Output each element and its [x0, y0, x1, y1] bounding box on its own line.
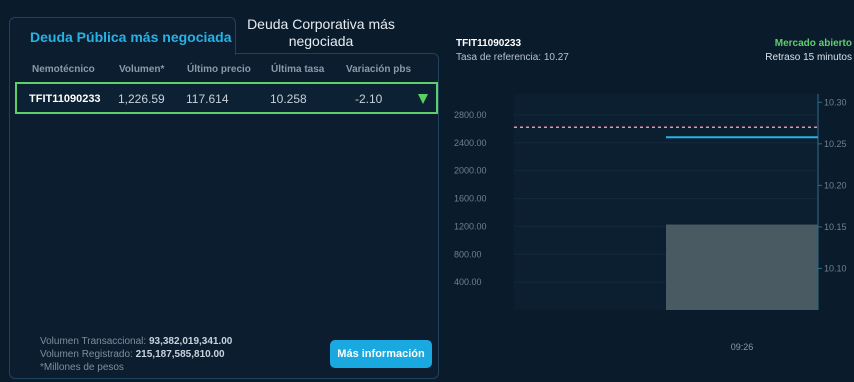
table-row[interactable]: TFIT11090233 1,226.59 117.614 10.258 -2.… [15, 82, 438, 114]
more-info-button[interactable]: Más información [330, 340, 432, 368]
left-axis-tick-label: 2000.00 [454, 166, 487, 176]
volume-bar [666, 224, 818, 310]
volume-registered: Volumen Registrado: 215,187,585,810.00 [40, 349, 225, 360]
millions-note: *Millones de pesos [40, 362, 124, 373]
chart-title: TFIT11090233 [456, 38, 522, 49]
volume-transactional: Volumen Transaccional: 93,382,019,341.00 [40, 336, 233, 347]
right-axis-tick-label: 10.20 [824, 180, 847, 190]
down-triangle-icon [418, 94, 428, 104]
right-axis-tick-label: 10.25 [824, 139, 847, 149]
left-axis-tick-label: 1600.00 [454, 194, 487, 204]
tab-corporate-debt-label-2: negociada [288, 33, 354, 49]
table-header: Nemotécnico Volumen* Último precio Últim… [18, 64, 438, 78]
tab-corporate-debt-label-1: Deuda Corporativa más [247, 16, 395, 32]
x-axis-tick-label: 09:26 [731, 342, 754, 352]
left-axis-tick-label: 400.00 [454, 277, 482, 287]
row-volume: 1,226.59 [118, 92, 165, 106]
row-last-price: 117.614 [186, 92, 229, 106]
right-axis-tick-label: 10.30 [824, 97, 847, 107]
col-volume[interactable]: Volumen* [119, 64, 164, 75]
volume-summary: Volumen Transaccional: 93,382,019,341.00… [40, 335, 232, 374]
delay-notice: Retraso 15 minutos [765, 52, 852, 63]
row-last-rate: 10.258 [270, 92, 307, 106]
left-axis-tick-label: 2800.00 [454, 110, 487, 120]
left-axis-tick-label: 800.00 [454, 249, 482, 259]
right-axis-tick-label: 10.10 [824, 263, 847, 273]
price-volume-chart[interactable]: 2800.00 2400.00 2000.00 1600.00 1200.00 800.0… [450, 88, 854, 358]
tab-public-debt[interactable]: Deuda Pública más negociada [9, 17, 236, 55]
left-axis-tick-label: 2400.00 [454, 138, 487, 148]
right-axis-tick-label: 10.15 [824, 222, 847, 232]
col-ticker[interactable]: Nemotécnico [32, 64, 95, 75]
col-variation[interactable]: Variación pbs [346, 64, 411, 75]
col-last-price[interactable]: Último precio [187, 64, 251, 75]
row-variation: -2.10 [355, 92, 383, 106]
row-ticker: TFIT11090233 [29, 93, 101, 105]
left-axis-tick-label: 1200.00 [454, 221, 487, 231]
market-status: Mercado abierto [774, 38, 852, 49]
tab-corporate-debt[interactable]: Deuda Corporativa más negociada [236, 16, 406, 52]
tab-public-debt-label: Deuda Pública más negociada [30, 28, 232, 45]
reference-rate: Tasa de referencia: 10.27 [456, 52, 569, 63]
col-last-rate[interactable]: Última tasa [271, 64, 324, 75]
